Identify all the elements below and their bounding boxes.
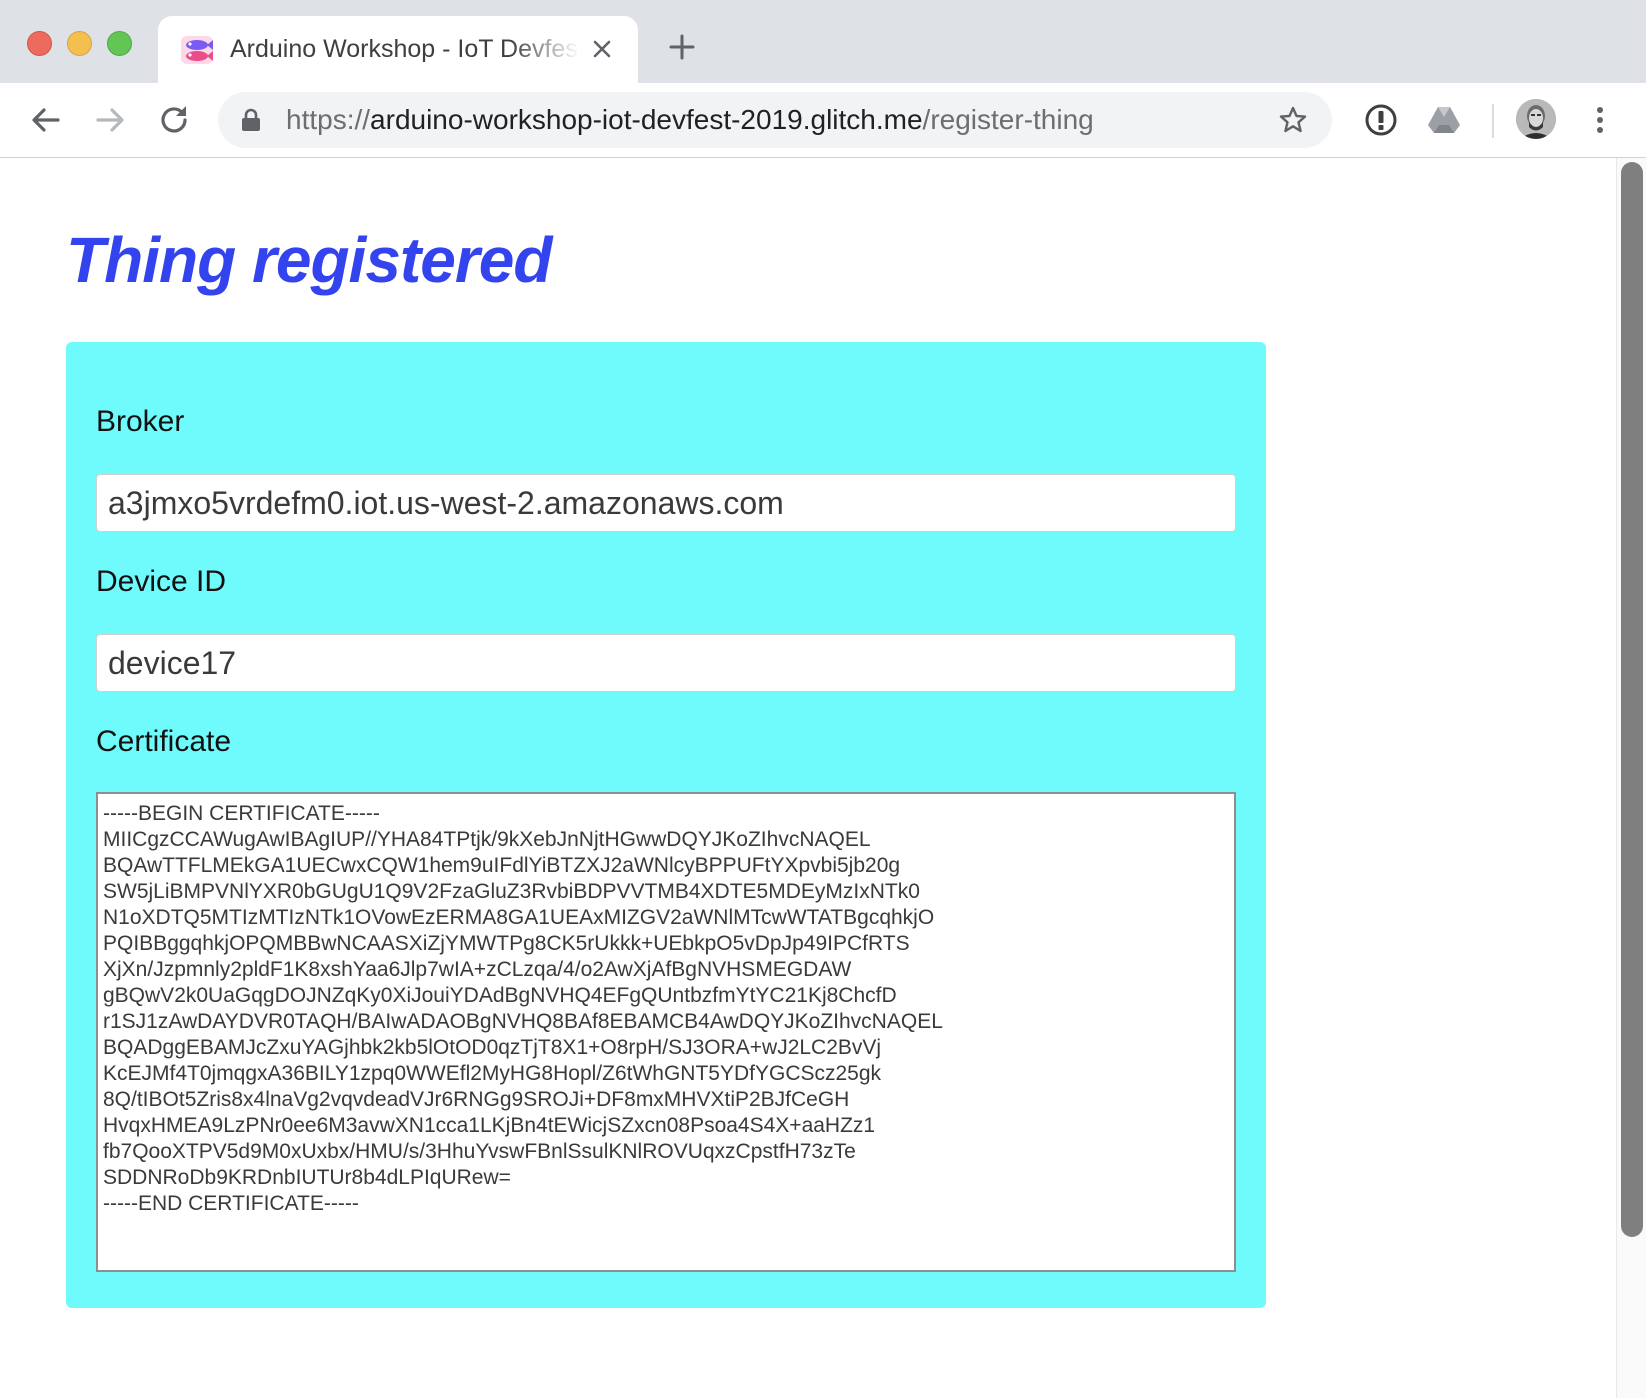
kebab-menu-icon[interactable] xyxy=(1581,101,1619,139)
broker-label: Broker xyxy=(96,405,185,438)
minimize-window-button[interactable] xyxy=(67,31,92,56)
toolbar-divider xyxy=(1492,104,1494,138)
url-path: /register-thing xyxy=(922,104,1094,135)
reload-icon[interactable] xyxy=(154,100,194,140)
google-drive-icon[interactable] xyxy=(1425,101,1463,139)
avatar[interactable] xyxy=(1516,99,1556,139)
password-manager-icon[interactable] xyxy=(1362,101,1400,139)
glitch-fish-icon xyxy=(181,36,213,64)
certificate-label: Certificate xyxy=(96,725,232,758)
device-id-label: Device ID xyxy=(96,565,227,598)
close-window-button[interactable] xyxy=(27,31,52,56)
page-title: Thing registered xyxy=(66,224,552,296)
url-scheme: https:// xyxy=(286,104,371,135)
device-id-field[interactable]: device17 xyxy=(96,634,1236,692)
scrollbar-thumb[interactable] xyxy=(1621,162,1643,1237)
new-tab-icon[interactable] xyxy=(668,33,696,61)
browser-toolbar: https://arduino-workshop-iot-devfest-201… xyxy=(0,83,1646,158)
bookmark-star-icon[interactable] xyxy=(1278,105,1308,135)
active-tab[interactable]: Arduino Workshop - IoT Devfest 2019 xyxy=(158,16,638,83)
close-tab-icon[interactable] xyxy=(590,37,614,61)
url-text[interactable]: https://arduino-workshop-iot-devfest-201… xyxy=(286,102,1094,138)
tab-title: Arduino Workshop - IoT Devfest 2019 xyxy=(230,35,580,63)
broker-field[interactable]: a3jmxo5vrdefm0.iot.us-west-2.amazonaws.c… xyxy=(96,474,1236,532)
certificate-textarea[interactable]: -----BEGIN CERTIFICATE----- MIICgzCCAWug… xyxy=(96,792,1236,1272)
address-bar[interactable]: https://arduino-workshop-iot-devfest-201… xyxy=(218,92,1332,148)
profile-photo-icon xyxy=(1516,99,1556,139)
tab-strip: Arduino Workshop - IoT Devfest 2019 xyxy=(0,0,1646,83)
maximize-window-button[interactable] xyxy=(107,31,132,56)
lock-icon[interactable] xyxy=(240,108,262,132)
forward-arrow-icon[interactable] xyxy=(90,100,130,140)
url-host: arduino-workshop-iot-devfest-2019.glitch… xyxy=(370,104,923,135)
back-arrow-icon[interactable] xyxy=(26,100,66,140)
registration-card: Broker a3jmxo5vrdefm0.iot.us-west-2.amaz… xyxy=(66,342,1266,1308)
